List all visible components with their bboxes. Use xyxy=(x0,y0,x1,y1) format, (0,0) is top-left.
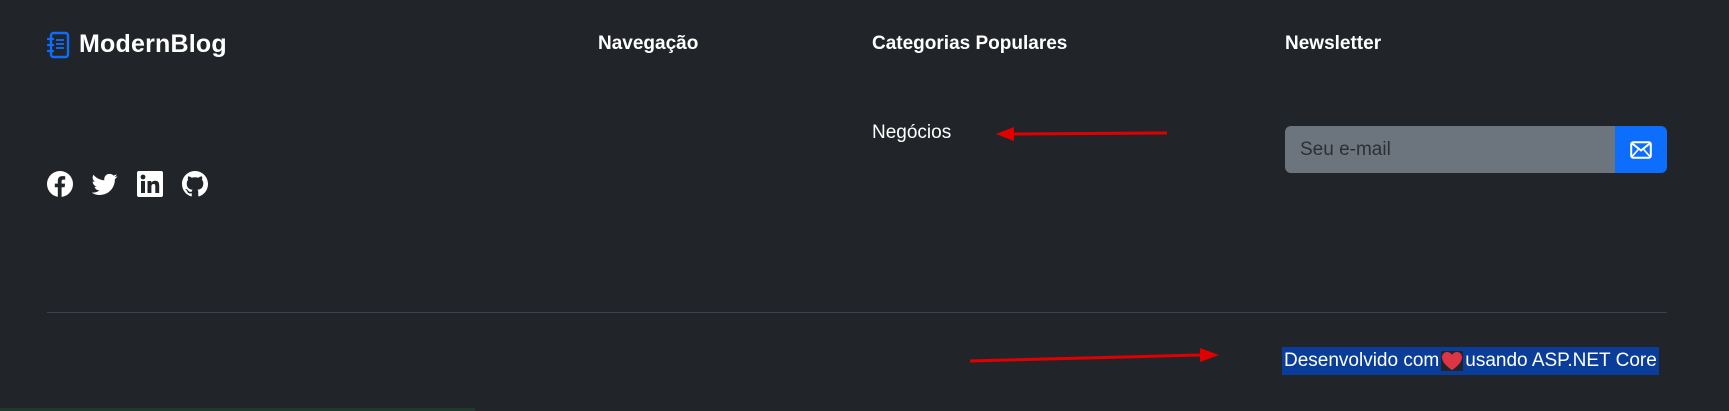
annotation-arrow-credit xyxy=(969,348,1219,363)
heart-icon xyxy=(1441,351,1464,371)
facebook-icon[interactable] xyxy=(47,171,73,197)
twitter-icon[interactable] xyxy=(92,171,118,197)
newsletter-subscribe-button[interactable] xyxy=(1615,126,1667,173)
brand-logo[interactable]: ModernBlog xyxy=(47,30,227,59)
linkedin-icon[interactable] xyxy=(137,171,163,197)
social-links xyxy=(47,171,208,197)
envelope-icon xyxy=(1630,140,1652,159)
categories-heading: Categorias Populares xyxy=(872,33,1068,54)
footer-divider xyxy=(47,312,1667,313)
credit-text-after: usando ASP.NET Core xyxy=(1465,350,1657,371)
newsletter-email-input[interactable] xyxy=(1285,126,1615,173)
credit-text-before: Desenvolvido com xyxy=(1284,350,1440,371)
footer-credit: Desenvolvido com usando ASP.NET Core xyxy=(1282,347,1659,375)
annotation-arrow-categories xyxy=(996,127,1168,141)
brand-name: ModernBlog xyxy=(79,30,227,58)
journal-icon xyxy=(47,31,71,59)
category-link-negocios[interactable]: Negócios xyxy=(872,122,951,144)
newsletter-heading: Newsletter xyxy=(1285,33,1382,54)
github-icon[interactable] xyxy=(182,171,208,197)
navigation-heading: Navegação xyxy=(598,33,699,54)
newsletter-form xyxy=(1285,126,1667,173)
